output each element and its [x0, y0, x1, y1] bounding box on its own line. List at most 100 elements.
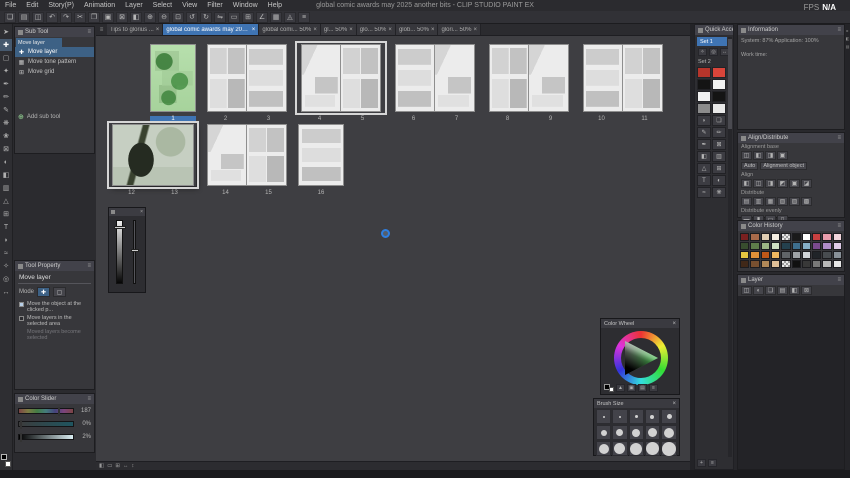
slider-handle[interactable]	[114, 226, 126, 229]
page-thumbnail[interactable]	[247, 44, 287, 112]
brush-size-cell[interactable]	[596, 409, 612, 424]
page-thumbnail[interactable]	[207, 44, 247, 112]
tool-option[interactable]: Moved layers become selected	[15, 328, 94, 342]
menu-file[interactable]: File	[0, 2, 21, 9]
wheel-color-chips[interactable]	[604, 384, 614, 392]
tool-option[interactable]: Move the object at the clicked p...	[15, 300, 94, 314]
color-history-swatch[interactable]	[781, 242, 791, 250]
quick-color-gray[interactable]	[697, 103, 711, 114]
distribute-top-icon[interactable]: ▧	[777, 197, 788, 206]
pen-tool[interactable]: ✒	[0, 78, 12, 90]
menu-window[interactable]: Window	[228, 2, 263, 9]
panel-menu-icon[interactable]: ≡	[87, 396, 91, 402]
value-slider[interactable]	[18, 432, 74, 442]
brush-size-header[interactable]: Brush Size ×	[594, 399, 679, 408]
move-mode-button[interactable]: ✚	[37, 287, 51, 297]
blend-tool[interactable]: ◐	[0, 156, 12, 168]
quick-zoom-icon[interactable]: ◎	[709, 48, 718, 56]
page-thumbnail[interactable]	[341, 44, 381, 112]
align-left-icon[interactable]: ◧	[741, 179, 752, 188]
close-icon[interactable]: ×	[672, 321, 676, 327]
quick-eraser-icon[interactable]: ⊠	[712, 139, 726, 150]
gradient-tool[interactable]: ▥	[0, 182, 12, 194]
quick-text-icon[interactable]: T	[697, 175, 711, 186]
grid-toggle-icon[interactable]: ⊞	[115, 463, 120, 469]
page-slot[interactable]: 23	[204, 44, 290, 122]
color-history-swatch[interactable]	[760, 251, 770, 259]
page-thumbnail[interactable]	[435, 44, 475, 112]
page-manager-canvas[interactable]: ≡ Tips to glorius ... × global comic award…	[96, 24, 690, 470]
snap-grid-icon[interactable]: ▦	[270, 11, 282, 23]
frame-border-tool[interactable]: ⊞	[0, 208, 12, 220]
distribute-right-icon[interactable]: ▦	[765, 197, 776, 206]
page-slot[interactable]: 89	[486, 44, 572, 122]
line-correction-tool[interactable]: ≈	[0, 247, 12, 259]
color-history-swatch[interactable]	[812, 242, 822, 250]
cut-icon[interactable]: ✂	[74, 11, 86, 23]
figure-tool[interactable]: △	[0, 195, 12, 207]
document-tab[interactable]: Tips to glorius ... ×	[107, 24, 164, 35]
document-tab[interactable]: global comic awards may 2025 another bit…	[163, 24, 260, 35]
color-wheel-header[interactable]: Color Wheel ×	[601, 319, 679, 328]
zoom-tool[interactable]: ◎	[0, 273, 12, 285]
fit-height-icon[interactable]: ↕	[132, 463, 135, 469]
open-file-icon[interactable]: ▤	[18, 11, 30, 23]
canvas-size-icon[interactable]: ▭	[107, 463, 112, 469]
close-icon[interactable]: ×	[349, 27, 353, 33]
color-history-swatch[interactable]	[801, 251, 812, 259]
dock-panel-icon[interactable]: ◧	[846, 36, 850, 41]
close-icon[interactable]: ×	[431, 27, 435, 33]
color-history-swatch[interactable]	[822, 242, 832, 250]
brush-size-cell[interactable]	[628, 409, 644, 424]
page-thumbnail[interactable]	[529, 44, 569, 112]
snap-ruler-icon[interactable]: ∠	[256, 11, 268, 23]
quick-color-white[interactable]	[712, 79, 726, 90]
quick-pencil-icon[interactable]: ✏	[712, 127, 726, 138]
base-frame-icon[interactable]: ◨	[765, 151, 776, 160]
page-thumbnail[interactable]	[298, 124, 344, 186]
menu-help[interactable]: Help	[263, 2, 287, 9]
quick-color-black[interactable]	[697, 79, 711, 90]
decoration-tool[interactable]: ❀	[0, 130, 12, 142]
panel-menu-icon[interactable]: ≡	[837, 277, 841, 283]
canvas-info-icon[interactable]: ◧	[99, 463, 104, 469]
close-icon[interactable]: ×	[388, 27, 392, 33]
color-history-swatch[interactable]	[822, 251, 832, 259]
toolbar-settings-icon[interactable]: ≡	[298, 11, 310, 23]
quick-grid-icon[interactable]: ⊞	[712, 163, 726, 174]
layer-list-empty[interactable]	[738, 296, 844, 469]
zoom-out-icon[interactable]: ⊖	[158, 11, 170, 23]
color-history-swatch[interactable]	[791, 251, 801, 259]
color-history-swatch[interactable]	[801, 242, 812, 250]
page-thumbnail[interactable]	[207, 124, 247, 186]
operation-tool[interactable]: ➤	[0, 26, 12, 38]
menu-animation[interactable]: Animation	[79, 2, 120, 9]
add-sub-tool-button[interactable]: ⊕ Add sub tool	[18, 113, 91, 121]
brush-size-cell[interactable]	[661, 441, 677, 456]
page-slot[interactable]: 67	[392, 44, 478, 122]
menu-storyp[interactable]: Story(P)	[43, 2, 79, 9]
page-slot[interactable]: 14 15	[204, 124, 290, 196]
sub-tool-panel-header[interactable]: Sub Tool ≡	[15, 27, 94, 37]
quick-pen-icon[interactable]: ✒	[697, 139, 711, 150]
page-thumbnail[interactable]	[247, 124, 287, 186]
color-history-swatch[interactable]	[750, 233, 760, 241]
subtool-move-grid[interactable]: ⊞ Move grid	[15, 67, 94, 77]
eyedropper-tool[interactable]: ✧	[0, 260, 12, 272]
opacity-icon[interactable]: ◐	[753, 286, 764, 295]
sub-tool-group-tab[interactable]: Move layer	[16, 38, 62, 47]
floating-slider-header[interactable]: ×	[109, 208, 145, 216]
transform-mode-button[interactable]: ▢	[53, 287, 67, 297]
quick-settings-icon[interactable]: ≡	[708, 459, 717, 467]
brush-size-cell[interactable]	[661, 425, 677, 440]
close-icon[interactable]: ×	[252, 27, 256, 33]
color-history-swatch[interactable]	[812, 260, 822, 268]
slider-handle[interactable]	[58, 406, 61, 416]
quick-brush-icon[interactable]: ✎	[697, 127, 711, 138]
new-layer-icon[interactable]: ❏	[765, 286, 776, 295]
quick-blend-icon[interactable]: ◐	[712, 175, 726, 186]
quick-color-lightgray[interactable]	[712, 103, 726, 114]
color-history-swatch[interactable]	[781, 233, 791, 241]
copy-icon[interactable]: ❐	[88, 11, 100, 23]
sub-color-chip[interactable]	[5, 461, 11, 467]
